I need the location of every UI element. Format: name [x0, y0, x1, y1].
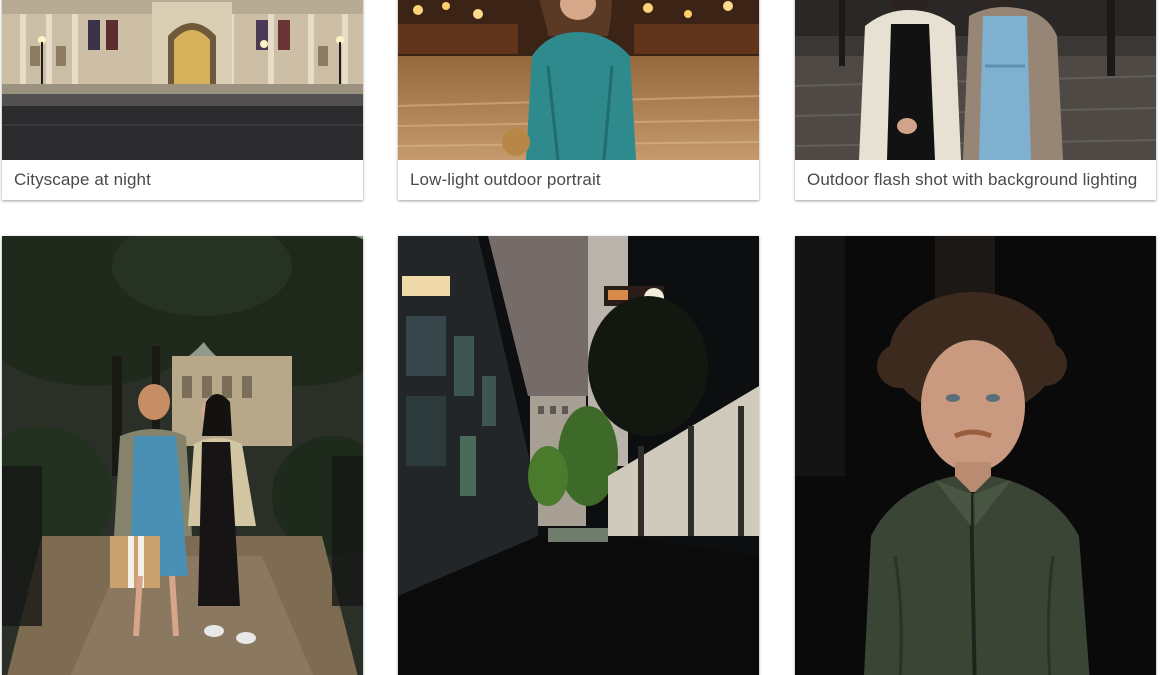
cityscape-night-photo[interactable] [2, 0, 363, 160]
man-portrait-night-photo[interactable] [795, 236, 1156, 675]
card-caption: Cityscape at night [14, 170, 151, 189]
outdoor-flash-photo[interactable] [795, 0, 1156, 160]
photo-gallery: Cityscape at night Low-light outdoor por… [0, 0, 1160, 675]
gallery-card-cityscape[interactable]: Cityscape at night [2, 0, 363, 200]
card-caption: Low-light outdoor portrait [410, 170, 601, 189]
two-women-garden-photo[interactable] [2, 236, 363, 675]
gallery-card-dark-alley[interactable] [398, 236, 759, 675]
low-light-portrait-photo[interactable] [398, 0, 759, 160]
dark-alley-photo[interactable] [398, 236, 759, 675]
gallery-card-man-portrait[interactable] [795, 236, 1156, 675]
gallery-card-low-light-portrait[interactable]: Low-light outdoor portrait [398, 0, 759, 200]
card-caption: Outdoor flash shot with background light… [807, 170, 1138, 189]
gallery-card-garden-night[interactable] [2, 236, 363, 675]
gallery-card-outdoor-flash[interactable]: Outdoor flash shot with background light… [795, 0, 1156, 200]
